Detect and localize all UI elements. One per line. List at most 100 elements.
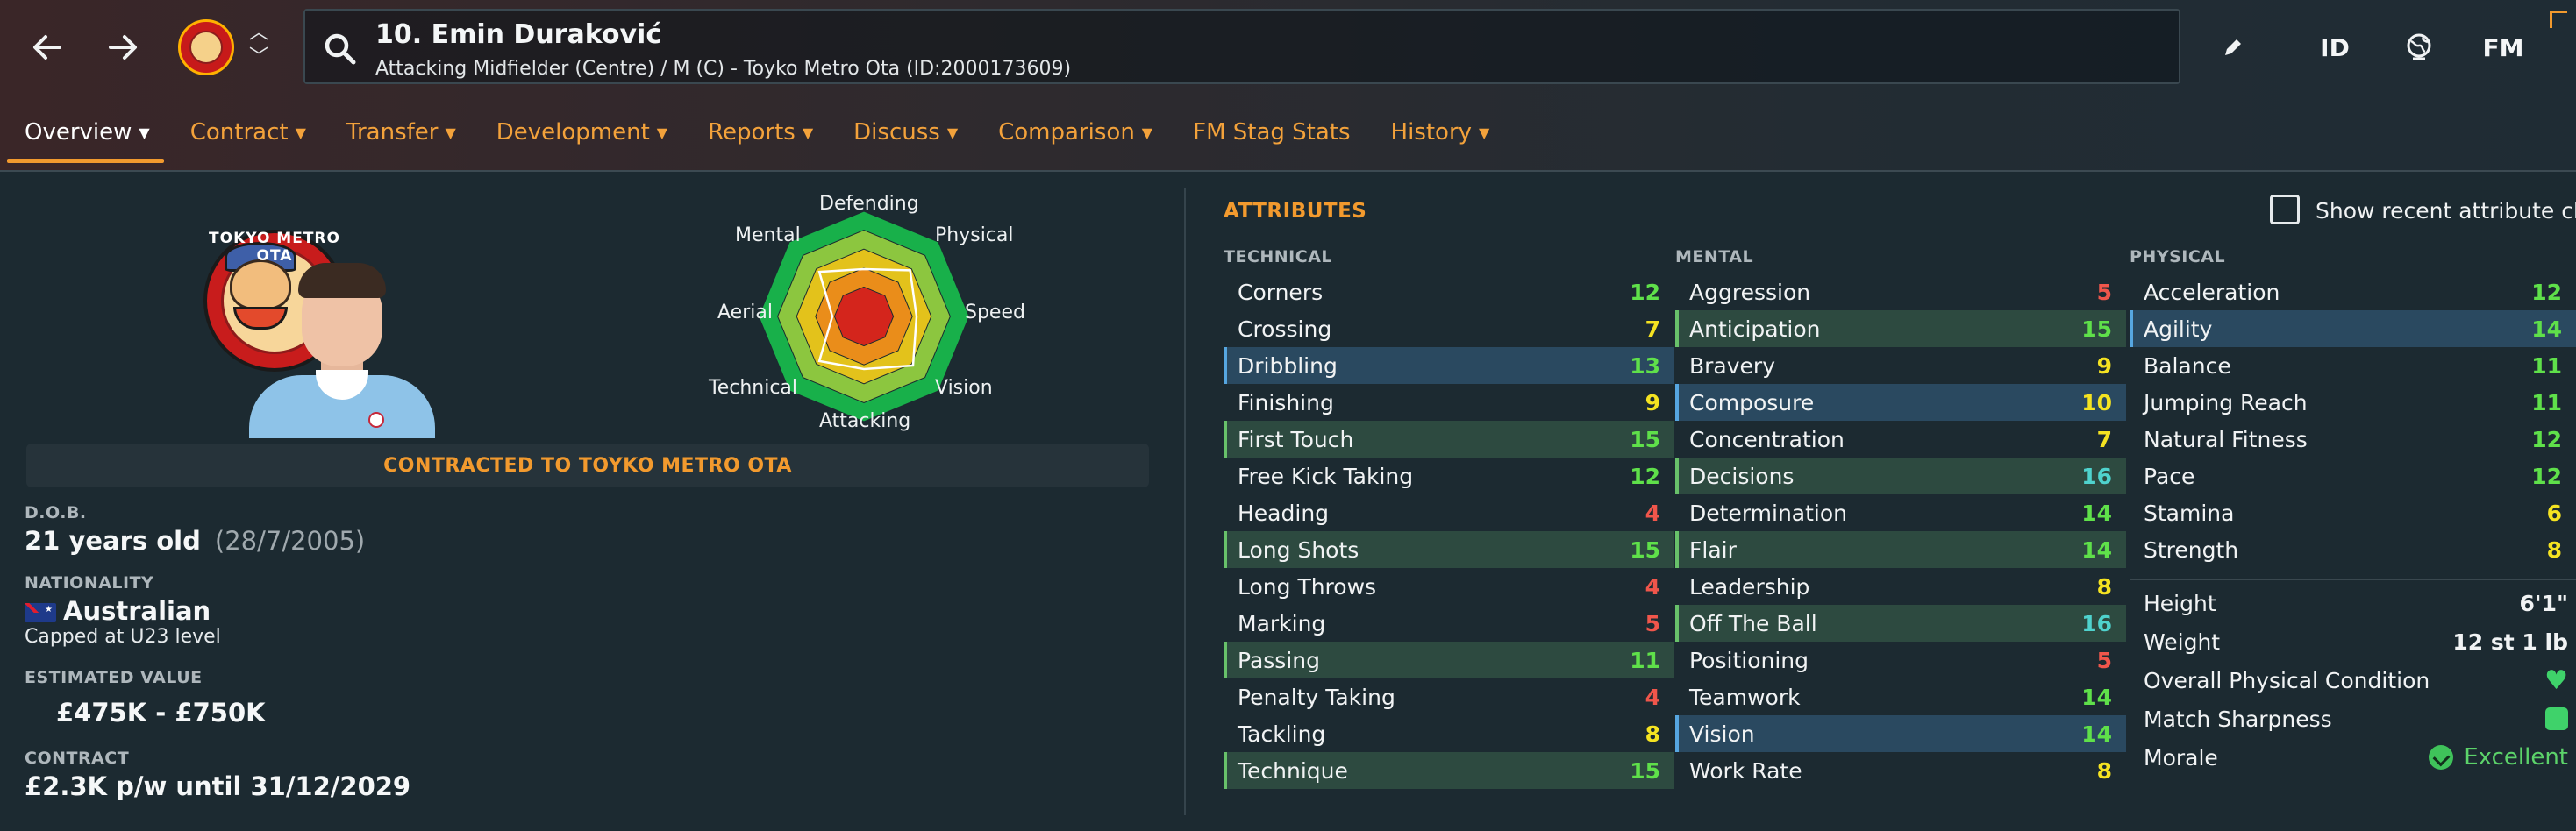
back-button[interactable] xyxy=(23,23,72,72)
tab-contract[interactable]: Contract ▼ xyxy=(190,110,306,154)
attr-row-leadership[interactable]: Leadership 8 xyxy=(1675,568,2126,605)
attr-value: 15 xyxy=(1630,536,1660,563)
attr-row-anticipation[interactable]: Anticipation 15 xyxy=(1675,310,2126,347)
forward-button[interactable] xyxy=(98,23,147,72)
attr-name: Agility xyxy=(2144,316,2213,342)
attr-row-composure[interactable]: Composure 10 xyxy=(1675,384,2126,421)
player-subtitle: Attacking Midfielder (Centre) / M (C) - … xyxy=(375,58,1072,80)
attr-row-first-touch[interactable]: First Touch 15 xyxy=(1224,421,1674,458)
tab-reports[interactable]: Reports ▼ xyxy=(708,110,813,154)
attr-row-flair[interactable]: Flair 14 xyxy=(1675,531,2126,568)
attr-row-acceleration[interactable]: Acceleration 12 xyxy=(2130,273,2576,310)
radar-ring-4 xyxy=(833,286,895,347)
tab-label: Transfer xyxy=(346,119,439,146)
attr-name: Vision xyxy=(1689,721,1755,747)
attr-row-technique[interactable]: Technique 15 xyxy=(1224,752,1674,789)
technical-header: TECHNICAL xyxy=(1224,247,1333,266)
tab-comparison[interactable]: Comparison ▼ xyxy=(998,110,1152,154)
attr-name: Work Rate xyxy=(1689,757,1802,784)
attr-row-crossing[interactable]: Crossing 7 xyxy=(1224,310,1674,347)
attr-row-heading[interactable]: Heading 4 xyxy=(1224,494,1674,531)
attr-value: 13 xyxy=(1630,352,1660,379)
attr-row-long-shots[interactable]: Long Shots 15 xyxy=(1224,531,1674,568)
chevron-down-icon[interactable]: ﹀ xyxy=(246,46,272,70)
attr-value: 12 xyxy=(2531,279,2562,305)
attr-row-work-rate[interactable]: Work Rate 8 xyxy=(1675,752,2126,789)
attr-row-jumping-reach[interactable]: Jumping Reach 11 xyxy=(2130,384,2576,421)
attr-row-positioning[interactable]: Positioning 5 xyxy=(1675,642,2126,678)
contract-banner: CONTRACTED TO TOYKO METRO OTA xyxy=(26,444,1149,487)
fm-menu-button[interactable]: FM xyxy=(2477,23,2530,72)
tab-label: Contract xyxy=(189,119,289,146)
attr-row-natural-fitness[interactable]: Natural Fitness 12 xyxy=(2130,421,2576,458)
tab-label: Comparison xyxy=(998,119,1135,146)
attr-row-teamwork[interactable]: Teamwork 14 xyxy=(1675,678,2126,715)
attr-name: Bravery xyxy=(1689,352,1775,379)
attr-row-finishing[interactable]: Finishing 9 xyxy=(1224,384,1674,421)
pencil-icon xyxy=(2225,39,2241,55)
attr-name: Free Kick Taking xyxy=(1238,463,1414,489)
attr-row-penalty-taking[interactable]: Penalty Taking 4 xyxy=(1224,678,1674,715)
weight-label: Weight xyxy=(2144,629,2221,655)
attr-value: 8 xyxy=(2096,573,2112,600)
attr-row-decisions[interactable]: Decisions 16 xyxy=(1675,458,2126,494)
attr-name: Natural Fitness xyxy=(2144,426,2308,452)
show-recent-changes-label[interactable]: Show recent attribute changes xyxy=(2316,198,2576,224)
attr-row-aggression[interactable]: Aggression 5 xyxy=(1675,273,2126,310)
tab-development[interactable]: Development ▼ xyxy=(496,110,667,154)
attr-value: 12 xyxy=(1630,279,1660,305)
attr-row-vision[interactable]: Vision 14 xyxy=(1675,715,2126,752)
attr-name: Technique xyxy=(1238,757,1348,784)
nationality-value[interactable]: Australian xyxy=(25,596,211,626)
attr-value: 16 xyxy=(2081,610,2112,636)
attr-row-long-throws[interactable]: Long Throws 4 xyxy=(1224,568,1674,605)
attr-value: 9 xyxy=(2096,352,2112,379)
attr-name: Stamina xyxy=(2144,500,2235,526)
attr-row-concentration[interactable]: Concentration 7 xyxy=(1675,421,2126,458)
globe-button[interactable] xyxy=(2394,23,2444,72)
player-switch-arrows[interactable]: ︿ ﹀ xyxy=(246,21,272,77)
attr-row-free-kick-taking[interactable]: Free Kick Taking 12 xyxy=(1224,458,1674,494)
attr-value: 12 xyxy=(2531,463,2562,489)
tab-fm-stag-stats[interactable]: FM Stag Stats xyxy=(1193,110,1350,154)
attr-row-corners[interactable]: Corners 12 xyxy=(1224,273,1674,310)
attr-row-strength[interactable]: Strength 8 xyxy=(2130,531,2576,568)
attr-name: Aggression xyxy=(1689,279,1811,305)
id-button[interactable]: ID xyxy=(2310,23,2359,72)
radar-label-defending: Defending xyxy=(819,193,919,215)
attr-row-stamina[interactable]: Stamina 6 xyxy=(2130,494,2576,531)
attr-row-tackling[interactable]: Tackling 8 xyxy=(1224,715,1674,752)
physical-details: Height 6'1" Weight 12 st 1 lb Overall Phys… xyxy=(2130,584,2568,777)
attr-row-balance[interactable]: Balance 11 xyxy=(2130,347,2576,384)
attr-row-pace[interactable]: Pace 12 xyxy=(2130,458,2576,494)
morale-row[interactable]: Morale Excellent xyxy=(2130,738,2568,777)
radar-label-aerial: Aerial xyxy=(717,302,773,323)
attr-row-bravery[interactable]: Bravery 9 xyxy=(1675,347,2126,384)
physical-separator xyxy=(2130,579,2576,580)
tab-label: FM Stag Stats xyxy=(1193,119,1351,146)
attr-name: Balance xyxy=(2144,352,2231,379)
sharpness-row: Match Sharpness xyxy=(2130,700,2568,738)
overview-panel: TOKYO METRO OTA Defending Physical Speed… xyxy=(0,175,1167,831)
attr-value: 15 xyxy=(2081,316,2112,342)
physical-header: PHYSICAL xyxy=(2130,247,2226,266)
attr-row-agility[interactable]: Agility 14 xyxy=(2130,310,2576,347)
attr-name: Crossing xyxy=(1238,316,1332,342)
tab-transfer[interactable]: Transfer ▼ xyxy=(346,110,456,154)
tab-overview[interactable]: Overview ▼ xyxy=(7,110,164,163)
tab-history[interactable]: History ▼ xyxy=(1391,110,1490,154)
player-search-box[interactable]: 10. Emin Duraković Attacking Midfielder … xyxy=(303,9,2180,84)
height-row: Height 6'1" xyxy=(2130,584,2568,622)
attr-row-off-the-ball[interactable]: Off The Ball 16 xyxy=(1675,605,2126,642)
chevron-up-icon[interactable]: ︿ xyxy=(246,21,272,46)
attr-value: 5 xyxy=(2096,647,2112,673)
tab-discuss[interactable]: Discuss ▼ xyxy=(853,110,958,154)
attr-value: 7 xyxy=(1645,316,1660,342)
show-recent-changes-checkbox[interactable] xyxy=(2270,195,2300,224)
attr-row-marking[interactable]: Marking 5 xyxy=(1224,605,1674,642)
attr-row-determination[interactable]: Determination 14 xyxy=(1675,494,2126,531)
club-crest-small[interactable] xyxy=(178,19,234,75)
attr-row-dribbling[interactable]: Dribbling 13 xyxy=(1224,347,1674,384)
edit-button[interactable] xyxy=(2209,23,2258,72)
attr-row-passing[interactable]: Passing 11 xyxy=(1224,642,1674,678)
